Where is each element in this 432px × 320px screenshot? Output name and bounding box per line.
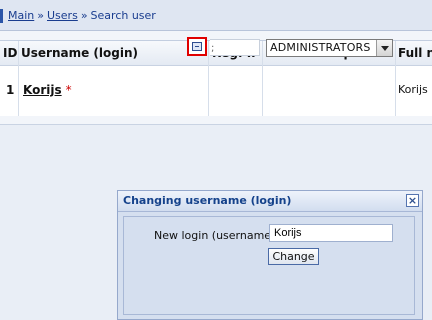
top-bar: Main» Users» Search user (0, 0, 432, 31)
new-login-input[interactable] (269, 224, 393, 242)
group-select[interactable]: ADMINISTRATORS (266, 39, 393, 57)
required-star: * (65, 83, 72, 97)
breadcrumb-separator: » (37, 9, 44, 22)
row-id: 1 (6, 83, 15, 97)
reg-ip-field[interactable]: ; (210, 39, 260, 56)
change-username-dialog: Changing username (login) × New login (u… (117, 190, 423, 320)
breadcrumb-users-link[interactable]: Users (47, 9, 78, 22)
new-login-label: New login (username): (154, 229, 280, 242)
edit-username-button[interactable] (187, 37, 207, 56)
breadcrumb-separator: » (80, 9, 88, 22)
breadcrumb-main-link[interactable]: Main (8, 9, 34, 22)
edit-icon (192, 42, 202, 51)
group-select-value: ADMINISTRATORS (270, 41, 371, 54)
table-row: 1 Korijs * Korijs (0, 66, 432, 114)
header-fullname: Full n (398, 46, 432, 60)
close-icon[interactable]: × (406, 194, 419, 207)
spacer (0, 116, 432, 125)
header-id: ID (3, 46, 18, 60)
dialog-body: New login (username): Change (123, 216, 415, 315)
chevron-down-icon[interactable] (376, 40, 392, 56)
row-username-cell: Korijs * (23, 66, 72, 114)
breadcrumb-marker (0, 9, 3, 23)
row-fullname: Korijs (398, 83, 428, 96)
username-link[interactable]: Korijs (23, 83, 62, 97)
header-username: Username (login) (21, 46, 138, 60)
change-button[interactable]: Change (268, 248, 319, 265)
dialog-title: Changing username (login) (123, 194, 292, 207)
breadcrumb-current: Search user (90, 9, 156, 22)
breadcrumb: Main» Users» Search user (0, 8, 156, 24)
dialog-header: Changing username (login) × (118, 191, 422, 212)
